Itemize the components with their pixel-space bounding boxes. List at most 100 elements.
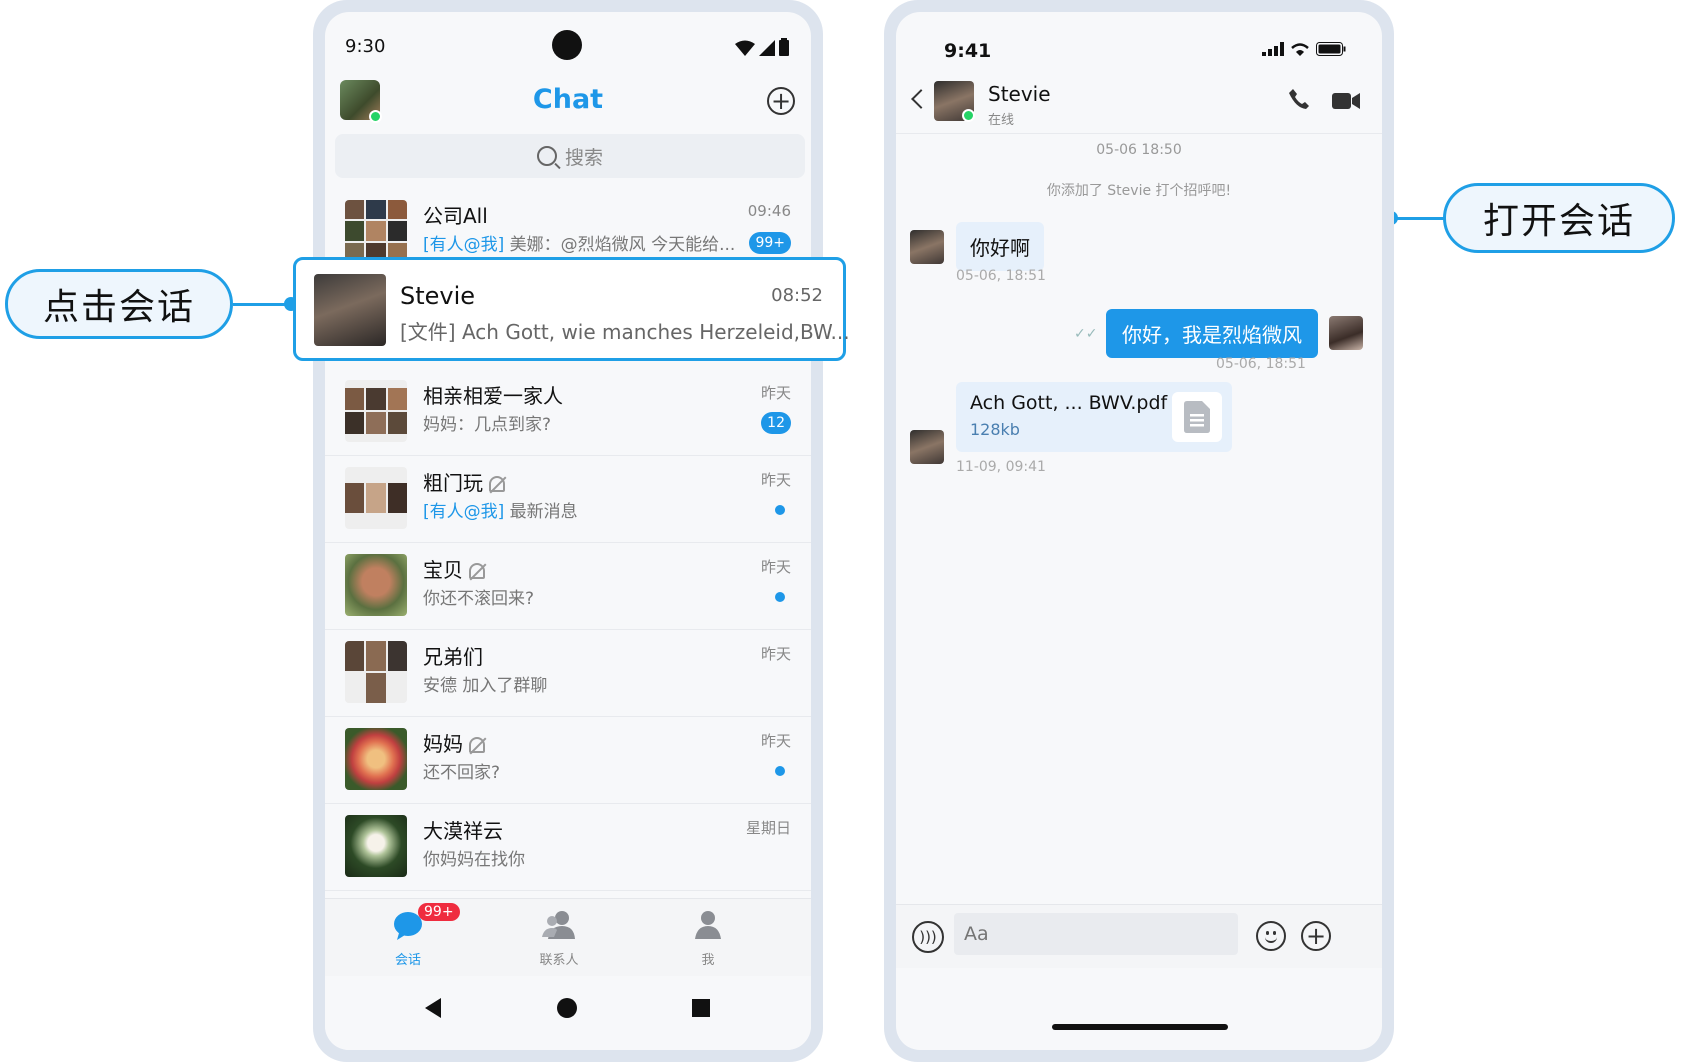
conversation-name: 兄弟们 xyxy=(423,645,483,669)
list-item[interactable]: 宝贝 你还不滚回来? 昨天 xyxy=(325,536,811,630)
callout-open-conversation: 打开会话 xyxy=(1443,183,1675,253)
back-icon[interactable] xyxy=(911,89,931,109)
person-icon xyxy=(695,911,721,939)
page-title: Chat xyxy=(532,84,604,115)
group-avatar xyxy=(345,467,407,529)
conversation-time: 昨天 xyxy=(760,471,791,489)
tab-unread-badge: 99+ xyxy=(418,903,460,921)
search-bar[interactable]: 搜索 xyxy=(335,134,805,178)
list-item[interactable]: 相亲相爱一家人 妈妈：几点到家? 昨天 12 xyxy=(325,362,811,456)
contact-status: 在线 xyxy=(988,113,1015,128)
tab-contacts[interactable]: 联系人 xyxy=(509,909,609,968)
tab-label: 我 xyxy=(701,953,715,968)
file-message[interactable]: Ach Gott, ... BWV.pdf 128kb xyxy=(956,382,1232,452)
search-placeholder: 搜索 xyxy=(564,146,603,169)
file-name: Ach Gott, ... BWV.pdf xyxy=(970,392,1168,414)
preview-text: 美娜：@烈焰微风 今天能给... xyxy=(504,235,736,255)
document-icon xyxy=(1172,392,1222,442)
group-avatar xyxy=(345,380,407,442)
avatar[interactable] xyxy=(910,430,944,464)
list-item[interactable]: 粗门玩 [有人@我] 最新消息 昨天 xyxy=(325,449,811,543)
unread-dot xyxy=(775,592,785,602)
conversation-preview: [有人@我] 最新消息 xyxy=(423,497,578,522)
read-receipt-icon: ✓✓ xyxy=(1074,326,1098,342)
recent-apps-icon[interactable] xyxy=(692,999,710,1017)
conversation-time: 昨天 xyxy=(760,384,791,402)
conversation-preview: [有人@我] 美娜：@烈焰微风 今天能给... xyxy=(423,230,735,255)
conversation-name: 宝贝 xyxy=(423,554,485,583)
message-time: 11-09, 09:41 xyxy=(956,459,1046,475)
battery-icon xyxy=(779,38,789,56)
message-bubble-outgoing[interactable]: 你好，我是烈焰微风 xyxy=(1106,309,1318,358)
avatar xyxy=(314,274,386,346)
list-item[interactable]: 大漠祥云 你妈妈在找你 星期日 xyxy=(325,797,811,891)
list-item[interactable]: 兄弟们 安德 加入了群聊 昨天 xyxy=(325,623,811,717)
status-icons xyxy=(1262,42,1346,56)
unread-dot xyxy=(775,505,785,515)
plus-icon: + xyxy=(770,87,792,115)
avatar[interactable] xyxy=(1329,316,1363,350)
preview-text: 最新消息 xyxy=(504,502,578,522)
back-icon[interactable] xyxy=(425,998,441,1018)
mute-icon xyxy=(489,476,505,492)
emoji-icon[interactable] xyxy=(1256,921,1286,951)
conversation-time: 08:52 xyxy=(771,285,823,306)
conversation-name-text: 妈妈 xyxy=(423,732,463,756)
wifi-icon xyxy=(1291,43,1309,56)
message-time: 05-06, 18:51 xyxy=(956,268,1046,284)
callout-label: 打开会话 xyxy=(1482,201,1635,242)
battery-icon xyxy=(1316,42,1346,56)
conversation-preview: [文件] Ach Gott, wie manches Herzeleid,BW.… xyxy=(400,320,850,344)
status-time: 9:30 xyxy=(345,36,386,57)
search-icon xyxy=(536,146,557,166)
home-indicator[interactable] xyxy=(1052,1024,1228,1030)
conversation-preview: 你还不滚回来? xyxy=(423,589,535,609)
message-time: 05-06, 18:51 xyxy=(1216,356,1306,372)
mention-tag: [有人@我] xyxy=(423,502,505,522)
app-header: Chat + xyxy=(325,72,811,128)
phone-call-icon[interactable] xyxy=(1288,88,1310,110)
conversation-name: 相亲相爱一家人 xyxy=(423,384,563,408)
tab-me[interactable]: 我 xyxy=(658,909,758,968)
conversation-preview: 还不回家? xyxy=(423,763,501,783)
selected-conversation-stevie[interactable]: Stevie [文件] Ach Gott, wie manches Herzel… xyxy=(293,257,850,361)
status-bar: 9:30 xyxy=(325,12,811,62)
message-bubble-incoming[interactable]: 你好啊 xyxy=(956,222,1044,271)
tab-bar: 99+ 会话 联系人 我 xyxy=(325,898,811,976)
online-status-dot xyxy=(962,109,975,122)
voice-icon[interactable]: ))) xyxy=(912,921,944,953)
system-message: 你添加了 Stevie 打个招呼吧! xyxy=(1046,183,1232,199)
file-size: 128kb xyxy=(970,420,1020,439)
wifi-icon xyxy=(735,40,755,56)
unread-badge: 99+ xyxy=(749,232,791,254)
phone-frame-right: 9:41 Stevie 在线 05-06 18:50 你添加了 Stevie 打… xyxy=(884,0,1394,1062)
message-input-bar: ))) + xyxy=(896,904,1382,968)
camera-hole xyxy=(552,30,582,60)
list-item[interactable]: 妈妈 还不回家? 昨天 xyxy=(325,710,811,804)
conversation-name: 大漠祥云 xyxy=(423,819,503,843)
signal-icon xyxy=(759,40,775,56)
phone-screen: 9:41 Stevie 在线 05-06 18:50 你添加了 Stevie 打… xyxy=(896,12,1382,1050)
plus-icon[interactable]: + xyxy=(1301,921,1331,951)
conversation-name: 妈妈 xyxy=(423,728,485,757)
avatar[interactable] xyxy=(910,230,944,264)
chat-header: Stevie 在线 xyxy=(896,76,1382,134)
video-call-icon[interactable] xyxy=(1332,92,1360,110)
conversation-name-text: 宝贝 xyxy=(423,558,463,582)
mute-icon xyxy=(469,737,485,753)
conversation-preview: 妈妈：几点到家? xyxy=(423,415,552,435)
callout-click-conversation: 点击会话 xyxy=(5,269,233,339)
system-nav-bar xyxy=(325,976,811,1050)
conversation-time: 09:46 xyxy=(747,202,791,220)
home-icon[interactable] xyxy=(557,998,577,1018)
status-time: 9:41 xyxy=(944,40,992,62)
add-button[interactable]: + xyxy=(767,87,795,115)
conversation-time: 昨天 xyxy=(760,558,791,576)
tab-conversations[interactable]: 99+ 会话 xyxy=(358,903,460,968)
conversation-time: 昨天 xyxy=(760,645,791,663)
conversation-time: 昨天 xyxy=(760,732,791,750)
message-input[interactable] xyxy=(954,913,1238,955)
conversation-name: 公司All xyxy=(423,204,488,228)
tab-label: 联系人 xyxy=(539,953,579,968)
timestamp-divider: 05-06 18:50 xyxy=(1096,142,1182,158)
